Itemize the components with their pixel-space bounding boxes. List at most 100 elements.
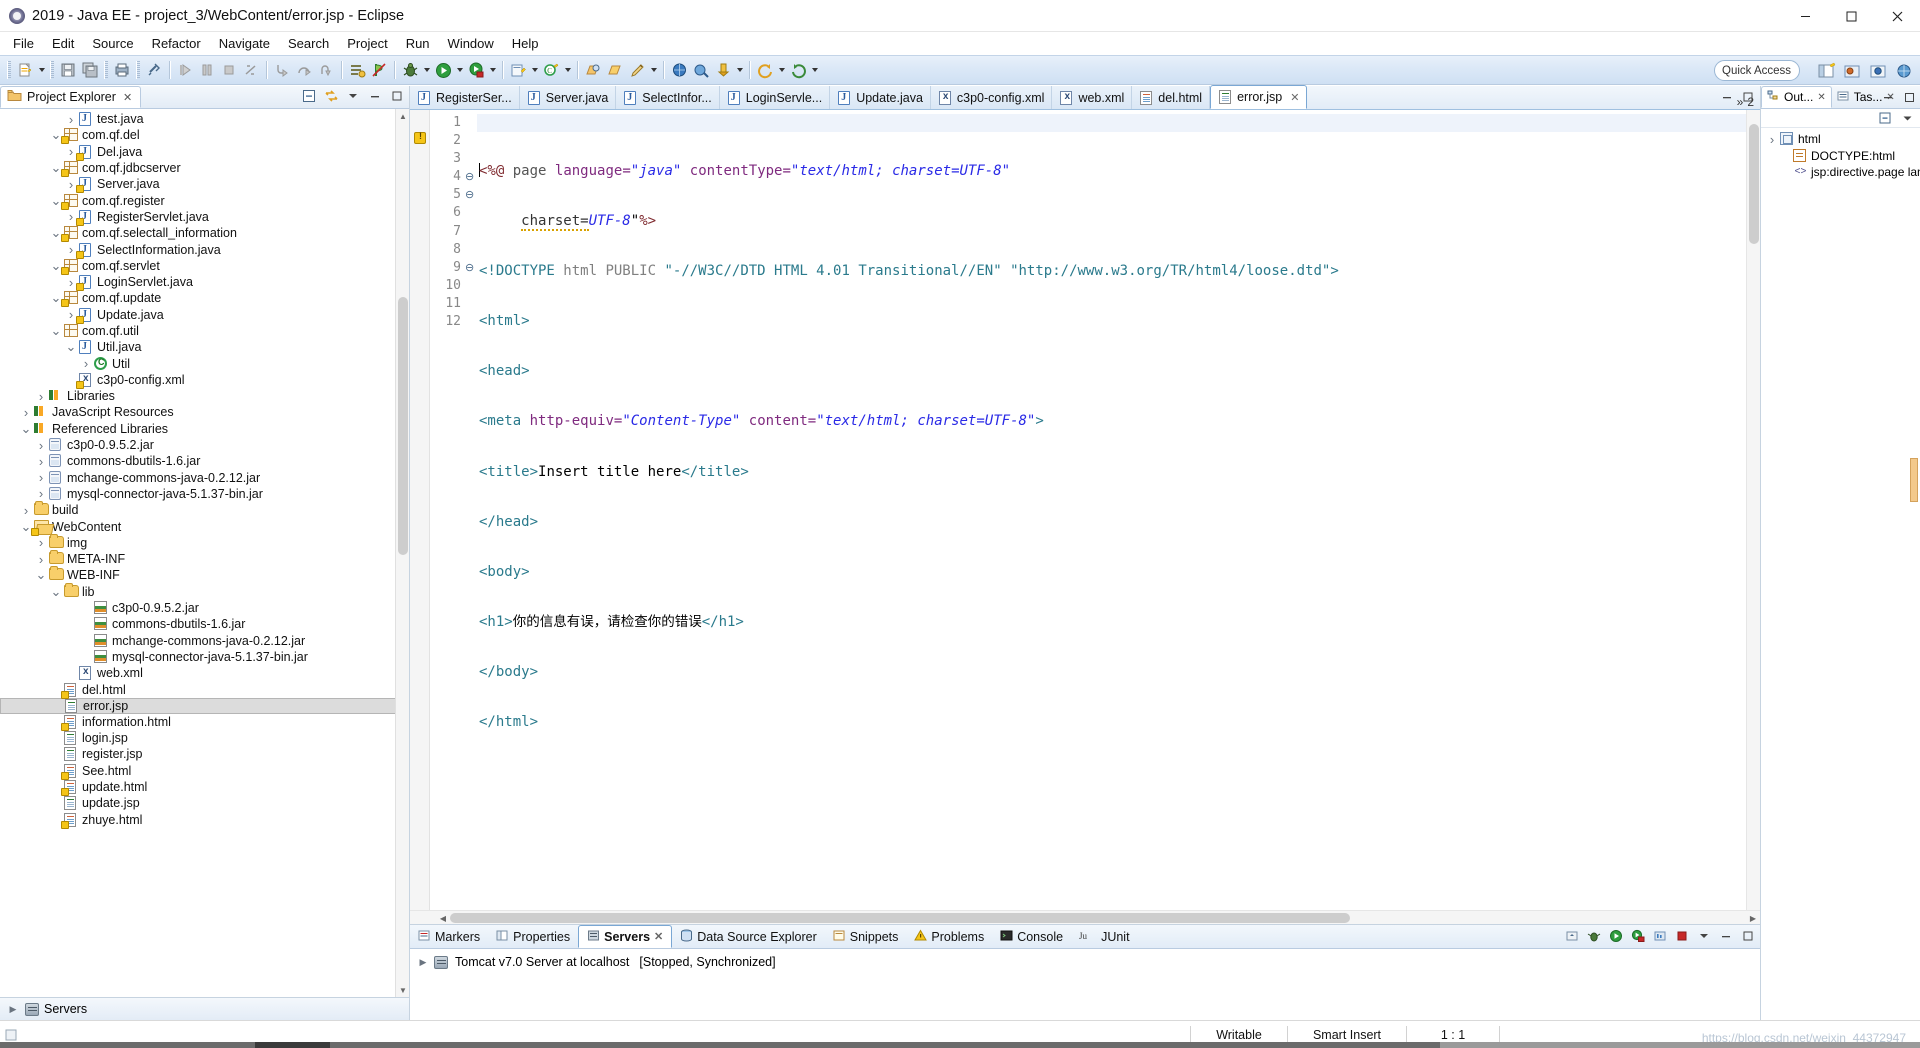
tree-item[interactable]: ⌄ lib <box>0 582 409 600</box>
close-icon[interactable]: ✕ <box>1290 91 1299 104</box>
chevron-right-icon[interactable]: › <box>34 486 48 501</box>
run-server-dropdown-icon[interactable] <box>487 59 498 81</box>
tree-item[interactable]: › img <box>0 533 409 551</box>
view-menu-icon[interactable] <box>1695 927 1713 945</box>
editor-vscroll-thumb[interactable] <box>1749 124 1759 244</box>
tree-item[interactable]: ›Server.java <box>0 176 409 194</box>
maximize-button[interactable] <box>1828 0 1874 32</box>
code-area[interactable]: <%@ page language="java" contentType="te… <box>477 110 1746 910</box>
bottom-tab[interactable]: Properties <box>488 925 578 948</box>
back-icon[interactable] <box>754 59 776 81</box>
new-class-icon[interactable]: C <box>540 59 562 81</box>
tab-outline[interactable]: Out... ✕ <box>1761 86 1832 108</box>
tree-item[interactable]: mysql-connector-java-5.1.37-bin.jar <box>0 649 409 665</box>
bottom-tab[interactable]: Console <box>992 925 1071 948</box>
new-wizard-dropdown-icon[interactable] <box>36 59 47 81</box>
tree-item[interactable]: ⌄ com.qf.selectall_information <box>0 225 409 243</box>
edit-icon[interactable] <box>626 59 648 81</box>
tree-item[interactable]: › build <box>0 501 409 518</box>
editor-horizontal-scrollbar[interactable]: ◀ ▶ <box>410 910 1760 924</box>
open-type-icon[interactable] <box>582 59 604 81</box>
tree-item[interactable]: commons-dbutils-1.6.jar <box>0 616 409 632</box>
chevron-right-icon[interactable]: › <box>34 454 48 469</box>
tree-item[interactable]: ⌄ com.qf.update <box>0 290 409 308</box>
minimize-icon[interactable] <box>1880 89 1896 105</box>
chevron-right-icon[interactable]: ▶ <box>416 955 430 969</box>
fold-toggle-icon[interactable]: ⊖ <box>465 259 477 277</box>
chevron-down-icon[interactable]: ⌄ <box>64 340 78 354</box>
tree-item[interactable]: ⌄ Util.java <box>0 339 409 355</box>
tree-item[interactable]: error.jsp <box>0 697 409 714</box>
publish-icon[interactable] <box>1563 927 1581 945</box>
fold-toggle-icon[interactable]: ⊖ <box>465 186 477 204</box>
tree-item[interactable]: ⌄ com.qf.util <box>0 323 409 339</box>
tree-item[interactable]: zhuye.html <box>0 811 409 829</box>
editor-tab[interactable]: SelectInfor... <box>616 86 720 109</box>
menu-run[interactable]: Run <box>397 34 439 53</box>
outline-item[interactable]: › html <box>1761 131 1920 148</box>
next-annotation-icon[interactable] <box>690 59 712 81</box>
toolbar-grip-3[interactable] <box>104 61 108 79</box>
tree-item[interactable]: c3p0-config.xml <box>0 372 409 389</box>
chevron-right-icon[interactable]: › <box>34 535 48 550</box>
scroll-up-icon[interactable]: ▲ <box>396 109 409 123</box>
stop-server-icon[interactable] <box>1673 927 1691 945</box>
tree-item[interactable]: › commons-dbutils-1.6.jar <box>0 453 409 469</box>
tree-item[interactable]: ›Del.java <box>0 144 409 161</box>
project-tree-scrollbar[interactable]: ▲ ▼ <box>395 109 409 997</box>
minimize-icon[interactable] <box>367 88 383 104</box>
forward-dropdown-icon[interactable] <box>809 59 820 81</box>
last-edit-dropdown-icon[interactable] <box>734 59 745 81</box>
menu-project[interactable]: Project <box>338 34 396 53</box>
minimize-button[interactable] <box>1782 0 1828 32</box>
bottom-tab[interactable]: Data Source Explorer <box>672 925 825 948</box>
save-all-icon[interactable] <box>79 59 101 81</box>
link-with-editor-icon[interactable] <box>323 88 339 104</box>
scroll-right-icon[interactable]: ▶ <box>1746 911 1760 925</box>
close-button[interactable] <box>1874 0 1920 32</box>
forward-icon[interactable] <box>787 59 809 81</box>
view-menu-icon[interactable] <box>1899 110 1915 126</box>
maximize-icon[interactable] <box>389 88 405 104</box>
new-java-project-dropdown-icon[interactable] <box>529 59 540 81</box>
start-server-icon[interactable] <box>1607 927 1625 945</box>
print-icon[interactable] <box>111 59 133 81</box>
chevron-right-icon[interactable]: › <box>79 356 93 371</box>
last-edit-icon[interactable] <box>712 59 734 81</box>
tree-item[interactable]: ›SelectInformation.java <box>0 241 409 259</box>
tree-item[interactable]: mchange-commons-java-0.2.12.jar <box>0 633 409 649</box>
bottom-tab[interactable]: Markers <box>410 925 488 948</box>
tree-item[interactable]: ⌄ WebContent <box>0 518 409 536</box>
tree-item[interactable]: information.html <box>0 714 409 731</box>
suspend-icon[interactable] <box>196 59 218 81</box>
tree-item[interactable]: › Util <box>0 355 409 371</box>
chevron-right-icon[interactable]: › <box>1765 132 1779 147</box>
step-over-icon[interactable] <box>293 59 315 81</box>
tab-project-explorer[interactable]: Project Explorer ✕ <box>0 86 142 108</box>
chevron-right-icon[interactable]: ▶ <box>6 1002 20 1016</box>
outline-item[interactable]: DOCTYPE:html <box>1761 148 1920 165</box>
tree-item[interactable]: ⌄ com.qf.jdbcserver <box>0 160 409 178</box>
menu-navigate[interactable]: Navigate <box>210 34 279 53</box>
menu-help[interactable]: Help <box>503 34 548 53</box>
editor-tab[interactable]: web.xml <box>1052 86 1133 109</box>
run-server-icon[interactable] <box>465 59 487 81</box>
open-resource-icon[interactable] <box>604 59 626 81</box>
editor-tab[interactable]: Server.java <box>519 86 617 109</box>
tree-item[interactable]: › test.java <box>0 111 409 127</box>
close-icon[interactable]: ✕ <box>654 930 663 943</box>
collapse-all-icon[interactable] <box>1877 110 1893 126</box>
editor-hscroll-thumb[interactable] <box>450 913 1350 923</box>
java-ee-perspective-icon[interactable] <box>1840 59 1864 83</box>
new-java-project-icon[interactable] <box>507 59 529 81</box>
tree-item[interactable]: c3p0-0.9.5.2.jar <box>0 600 409 616</box>
tree-item[interactable]: update.jsp <box>0 795 409 811</box>
tree-item[interactable]: › META-INF <box>0 550 409 567</box>
scroll-left-icon[interactable]: ◀ <box>436 911 450 925</box>
skip-breakpoints-icon[interactable] <box>368 59 390 81</box>
run-icon[interactable] <box>432 59 454 81</box>
tree-item[interactable]: ›LoginServlet.java <box>0 274 409 292</box>
chevron-right-icon[interactable]: › <box>34 389 48 404</box>
open-perspective-icon[interactable] <box>1814 59 1838 83</box>
tree-item[interactable]: login.jsp <box>0 730 409 746</box>
